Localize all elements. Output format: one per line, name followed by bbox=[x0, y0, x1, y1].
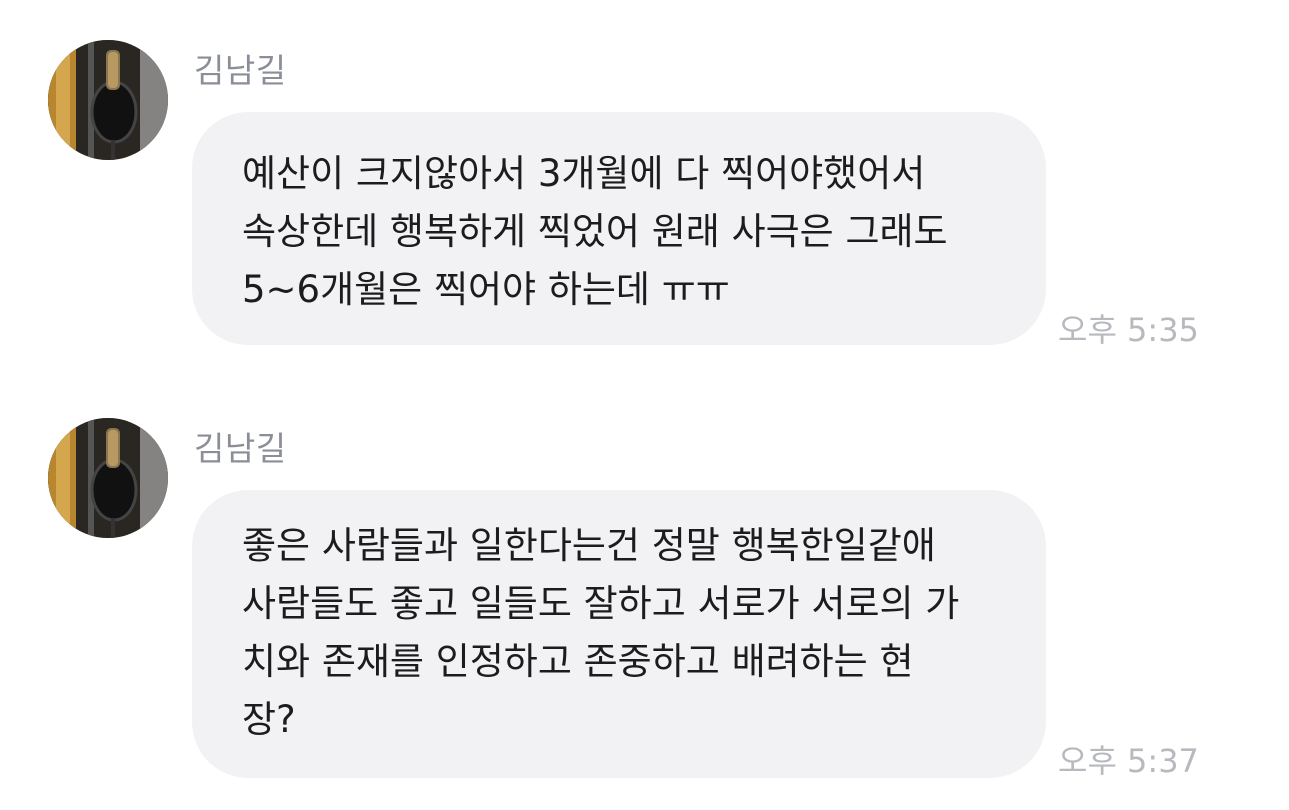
message-text-line: 장? bbox=[242, 698, 296, 741]
message-text-line: 5~6개월은 찍어야 하는데 ㅠㅠ bbox=[242, 268, 730, 311]
microphone-photo-icon bbox=[48, 418, 168, 538]
message-text-line: 예산이 크지않아서 3개월에 다 찍어야했어서 bbox=[242, 152, 926, 195]
message-text-line: 사람들도 좋고 일들도 잘하고 서로가 서로의 가 bbox=[242, 582, 960, 625]
microphone-photo-icon bbox=[48, 40, 168, 160]
avatar[interactable] bbox=[48, 418, 168, 538]
message-bubble[interactable]: 예산이 크지않아서 3개월에 다 찍어야했어서 속상한데 행복하게 찍었어 원래… bbox=[192, 112, 1046, 345]
message-text-line: 속상한데 행복하게 찍었어 원래 사극은 그래도 bbox=[242, 210, 948, 253]
sender-name: 김남길 bbox=[194, 429, 287, 468]
message-text-line: 치와 존재를 인정하고 존중하고 배려하는 현 bbox=[242, 640, 914, 683]
sender-name: 김남길 bbox=[194, 51, 287, 90]
message-text-line: 좋은 사람들과 일한다는건 정말 행복한일같애 bbox=[242, 524, 936, 567]
message-timestamp: 오후 5:35 bbox=[1058, 311, 1199, 349]
message-timestamp: 오후 5:37 bbox=[1058, 742, 1199, 780]
message-bubble[interactable]: 좋은 사람들과 일한다는건 정말 행복한일같애 사람들도 좋고 일들도 잘하고 … bbox=[192, 490, 1046, 778]
avatar[interactable] bbox=[48, 40, 168, 160]
